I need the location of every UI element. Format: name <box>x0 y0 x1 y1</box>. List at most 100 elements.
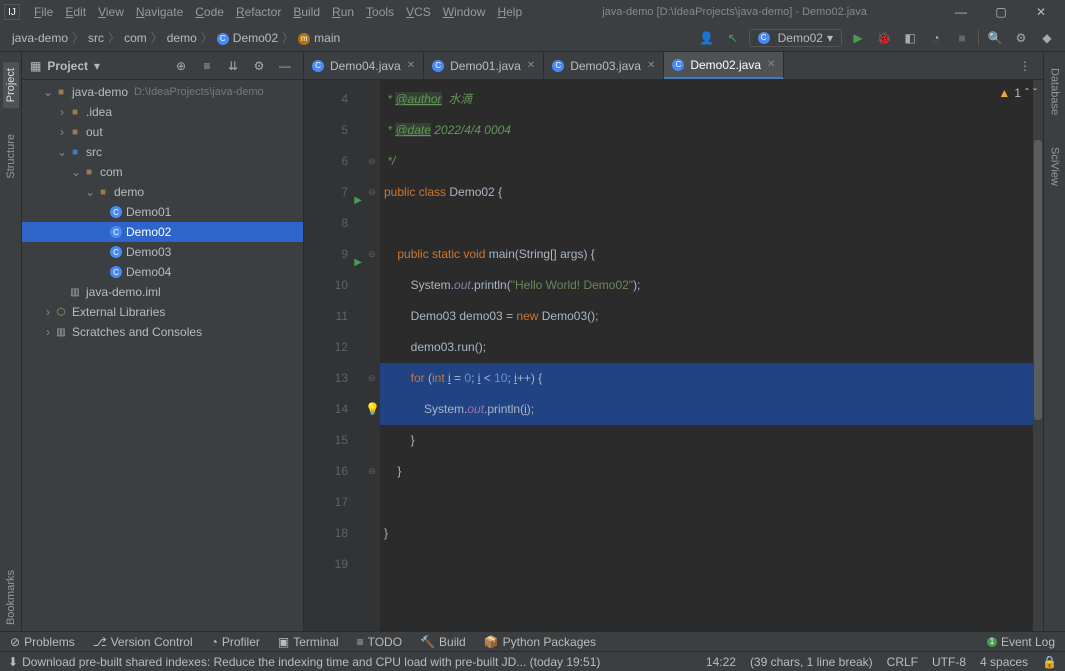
event-log-button[interactable]: 1 Event Log <box>987 635 1055 649</box>
panel-settings-icon[interactable]: ⚙ <box>249 56 269 76</box>
settings-button[interactable]: ⚙ <box>1011 28 1031 48</box>
structure-tool-tab[interactable]: Structure <box>3 128 19 185</box>
menu-code[interactable]: Code <box>189 3 230 21</box>
tool-window-build[interactable]: 🔨Build <box>420 635 466 649</box>
tree-row[interactable]: ⌄■demo <box>22 182 303 202</box>
gutter-run-icon[interactable]: ▶ <box>354 247 362 278</box>
add-user-icon[interactable]: 👤 <box>697 28 717 48</box>
breadcrumb[interactable]: mmain <box>294 29 344 47</box>
window-title: java-demo [D:\IdeaProjects\java-demo] - … <box>528 6 941 18</box>
tool-icon: ◔ <box>211 635 218 649</box>
ide-features-icon[interactable]: ◆ <box>1037 28 1057 48</box>
editor-tab[interactable]: CDemo02.java✕ <box>664 52 784 79</box>
back-arrow-icon[interactable]: ↖ <box>723 28 743 48</box>
tool-icon: 🔨 <box>420 635 435 649</box>
left-tool-strip: Project Structure Bookmarks <box>0 52 22 631</box>
breadcrumb[interactable]: java-demo <box>8 29 72 47</box>
tree-row[interactable]: ›■.idea <box>22 102 303 122</box>
close-tab-icon[interactable]: ✕ <box>407 60 415 71</box>
minimize-button[interactable]: — <box>941 0 981 24</box>
chevron-up-icon[interactable]: ˆ <box>1025 86 1029 100</box>
tool-window-profiler[interactable]: ◔Profiler <box>211 635 260 649</box>
breadcrumb[interactable]: CDemo02 <box>213 29 282 47</box>
close-tab-icon[interactable]: ✕ <box>647 60 655 71</box>
project-tree[interactable]: ⌄■java-demoD:\IdeaProjects\java-demo›■.i… <box>22 80 303 631</box>
profiler-button[interactable]: ◔ <box>926 28 946 48</box>
tool-window-todo[interactable]: ≡TODO <box>357 635 402 649</box>
main-area: Project Structure Bookmarks ▦ Project ▾ … <box>0 52 1065 631</box>
status-indent[interactable]: 4 spaces <box>980 655 1028 669</box>
close-tab-icon[interactable]: ✕ <box>767 59 775 70</box>
database-tool-tab[interactable]: Database <box>1047 62 1063 121</box>
status-encoding[interactable]: UTF-8 <box>932 655 966 669</box>
maximize-button[interactable]: ▢ <box>981 0 1021 24</box>
tree-row[interactable]: CDemo01 <box>22 202 303 222</box>
tree-row[interactable]: ⌄■src <box>22 142 303 162</box>
hide-panel-icon[interactable]: — <box>275 56 295 76</box>
tree-row[interactable]: CDemo03 <box>22 242 303 262</box>
project-tool-tab[interactable]: Project <box>3 62 19 108</box>
chevron-down-icon[interactable]: ▾ <box>94 59 100 73</box>
status-message[interactable]: ⬇ Download pre-built shared indexes: Red… <box>8 655 600 669</box>
tree-row[interactable]: ▥java-demo.iml <box>22 282 303 302</box>
title-bar: IJ FileEditViewNavigateCodeRefactorBuild… <box>0 0 1065 24</box>
chevron-down-icon[interactable]: ˇ <box>1033 86 1037 100</box>
tree-row[interactable]: ⌄■java-demoD:\IdeaProjects\java-demo <box>22 82 303 102</box>
editor-tab[interactable]: CDemo03.java✕ <box>544 52 664 79</box>
app-logo-icon: IJ <box>4 4 20 20</box>
project-panel-icon: ▦ <box>30 59 41 73</box>
breadcrumb[interactable]: src <box>84 29 108 47</box>
tree-row[interactable]: CDemo02 <box>22 222 303 242</box>
collapse-all-icon[interactable]: ⇊ <box>223 56 243 76</box>
tool-window-terminal[interactable]: ▣Terminal <box>278 635 339 649</box>
stop-button[interactable]: ■ <box>952 28 972 48</box>
tree-row[interactable]: ›■out <box>22 122 303 142</box>
debug-button[interactable]: 🐞 <box>874 28 894 48</box>
sciview-tool-tab[interactable]: SciView <box>1047 141 1063 192</box>
menu-run[interactable]: Run <box>326 3 360 21</box>
menu-vcs[interactable]: VCS <box>400 3 437 21</box>
menu-tools[interactable]: Tools <box>360 3 400 21</box>
tool-window-problems[interactable]: ⊘Problems <box>10 635 75 649</box>
close-tab-icon[interactable]: ✕ <box>527 60 535 71</box>
menu-window[interactable]: Window <box>437 3 492 21</box>
gutter-run-icon[interactable]: ▶ <box>354 185 362 216</box>
scrollbar-thumb[interactable] <box>1034 140 1042 420</box>
coverage-button[interactable]: ◧ <box>900 28 920 48</box>
menu-refactor[interactable]: Refactor <box>230 3 287 21</box>
select-opened-icon[interactable]: ⊕ <box>171 56 191 76</box>
status-selection[interactable]: (39 chars, 1 line break) <box>750 655 873 669</box>
close-button[interactable]: ✕ <box>1021 0 1061 24</box>
tree-row[interactable]: ⌄■com <box>22 162 303 182</box>
breadcrumb[interactable]: demo <box>163 29 201 47</box>
inspection-widget[interactable]: ▲ 1 ˆ ˇ <box>998 86 1037 100</box>
editor-scrollbar[interactable] <box>1033 80 1043 631</box>
lock-icon[interactable]: 🔒 <box>1042 655 1057 669</box>
editor-tab[interactable]: CDemo04.java✕ <box>304 52 424 79</box>
menu-build[interactable]: Build <box>287 3 326 21</box>
search-button[interactable]: 🔍 <box>985 28 1005 48</box>
tool-label: Terminal <box>293 635 338 649</box>
menu-navigate[interactable]: Navigate <box>130 3 189 21</box>
breadcrumb[interactable]: com <box>120 29 151 47</box>
tree-row[interactable]: CDemo04 <box>22 262 303 282</box>
bookmarks-tool-tab[interactable]: Bookmarks <box>3 564 19 631</box>
intention-bulb-icon[interactable]: 💡 <box>365 394 379 408</box>
tool-window-version-control[interactable]: ⎇Version Control <box>93 635 193 649</box>
menu-edit[interactable]: Edit <box>59 3 92 21</box>
code-editor[interactable]: 4567▶89▶10111213141516171819 ⊖⊖⊖⊖⊖ * @au… <box>304 80 1043 631</box>
editor-tab[interactable]: CDemo01.java✕ <box>424 52 544 79</box>
run-config-label: Demo02 <box>778 31 823 45</box>
menu-view[interactable]: View <box>92 3 130 21</box>
chevron-down-icon: ▾ <box>827 31 833 45</box>
menu-help[interactable]: Help <box>491 3 528 21</box>
tool-window-python-packages[interactable]: 📦Python Packages <box>484 635 596 649</box>
status-eol[interactable]: CRLF <box>887 655 918 669</box>
tree-row[interactable]: ›▥Scratches and Consoles <box>22 322 303 342</box>
menu-file[interactable]: File <box>28 3 59 21</box>
expand-all-icon[interactable]: ≡ <box>197 56 217 76</box>
tabs-menu-icon[interactable]: ⋮ <box>1015 56 1035 76</box>
run-button[interactable]: ▶ <box>848 28 868 48</box>
tree-row[interactable]: ›⬡External Libraries <box>22 302 303 322</box>
run-config-selector[interactable]: C Demo02 ▾ <box>749 29 842 47</box>
